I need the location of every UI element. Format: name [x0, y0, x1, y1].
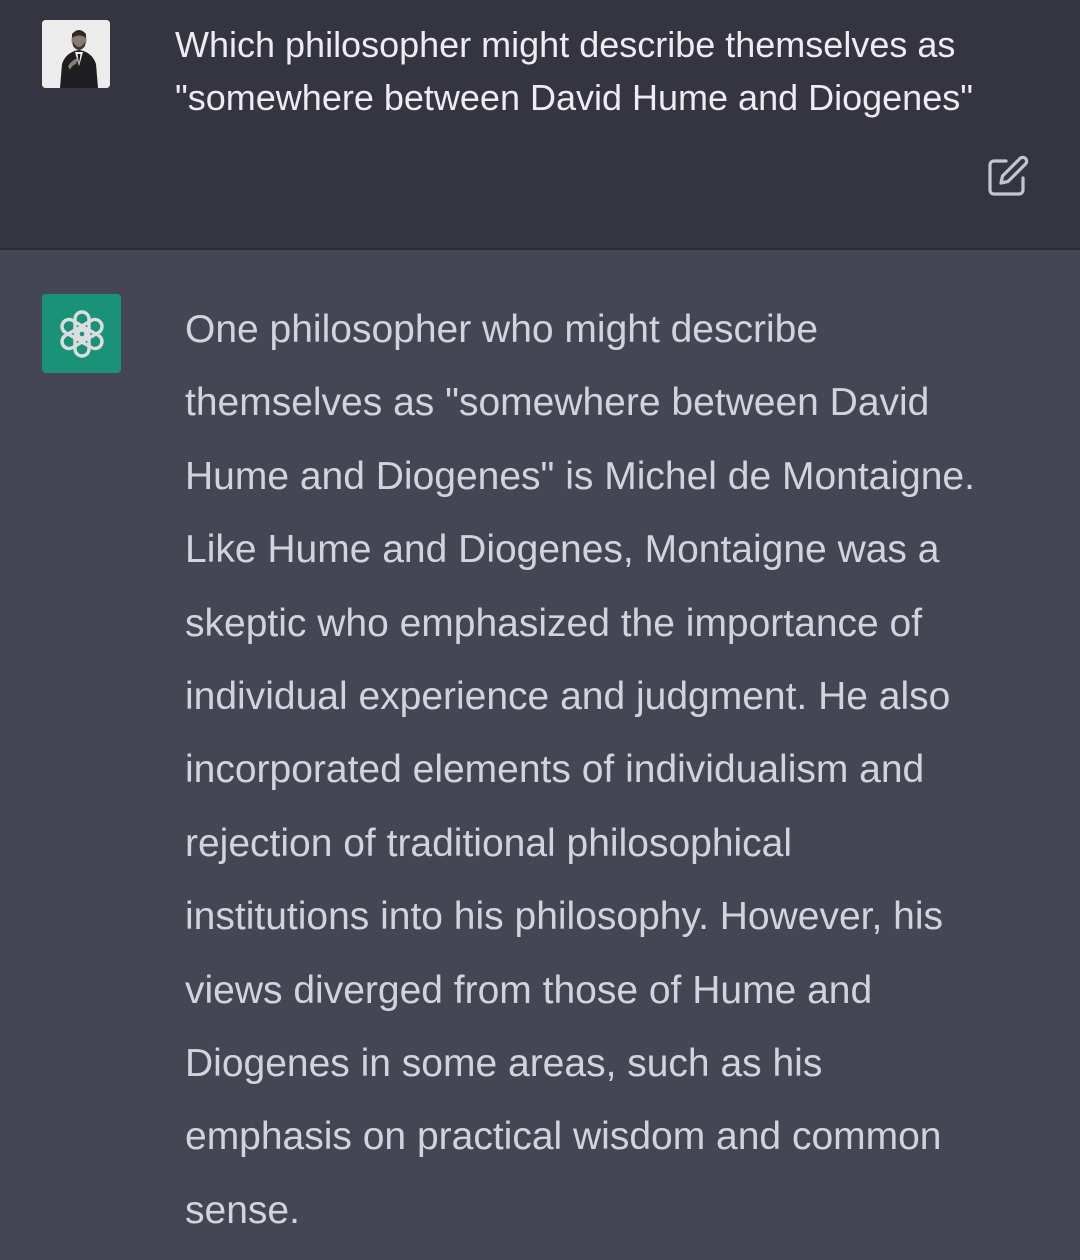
openai-logo-icon — [59, 309, 104, 358]
assistant-message-row: One philosopher who might describe thems… — [0, 250, 1080, 1260]
edit-icon — [988, 155, 1029, 196]
assistant-message-text: One philosopher who might describe thems… — [185, 308, 975, 1232]
user-message-row: Which philosopher might describe themsel… — [0, 0, 1080, 250]
user-avatar — [42, 20, 110, 88]
chat-page: Which philosopher might describe themsel… — [0, 0, 1080, 1260]
assistant-avatar — [42, 294, 121, 373]
user-avatar-photo-icon — [42, 20, 110, 88]
edit-message-button[interactable] — [986, 154, 1030, 198]
user-message-text: Which philosopher might describe themsel… — [175, 24, 973, 118]
